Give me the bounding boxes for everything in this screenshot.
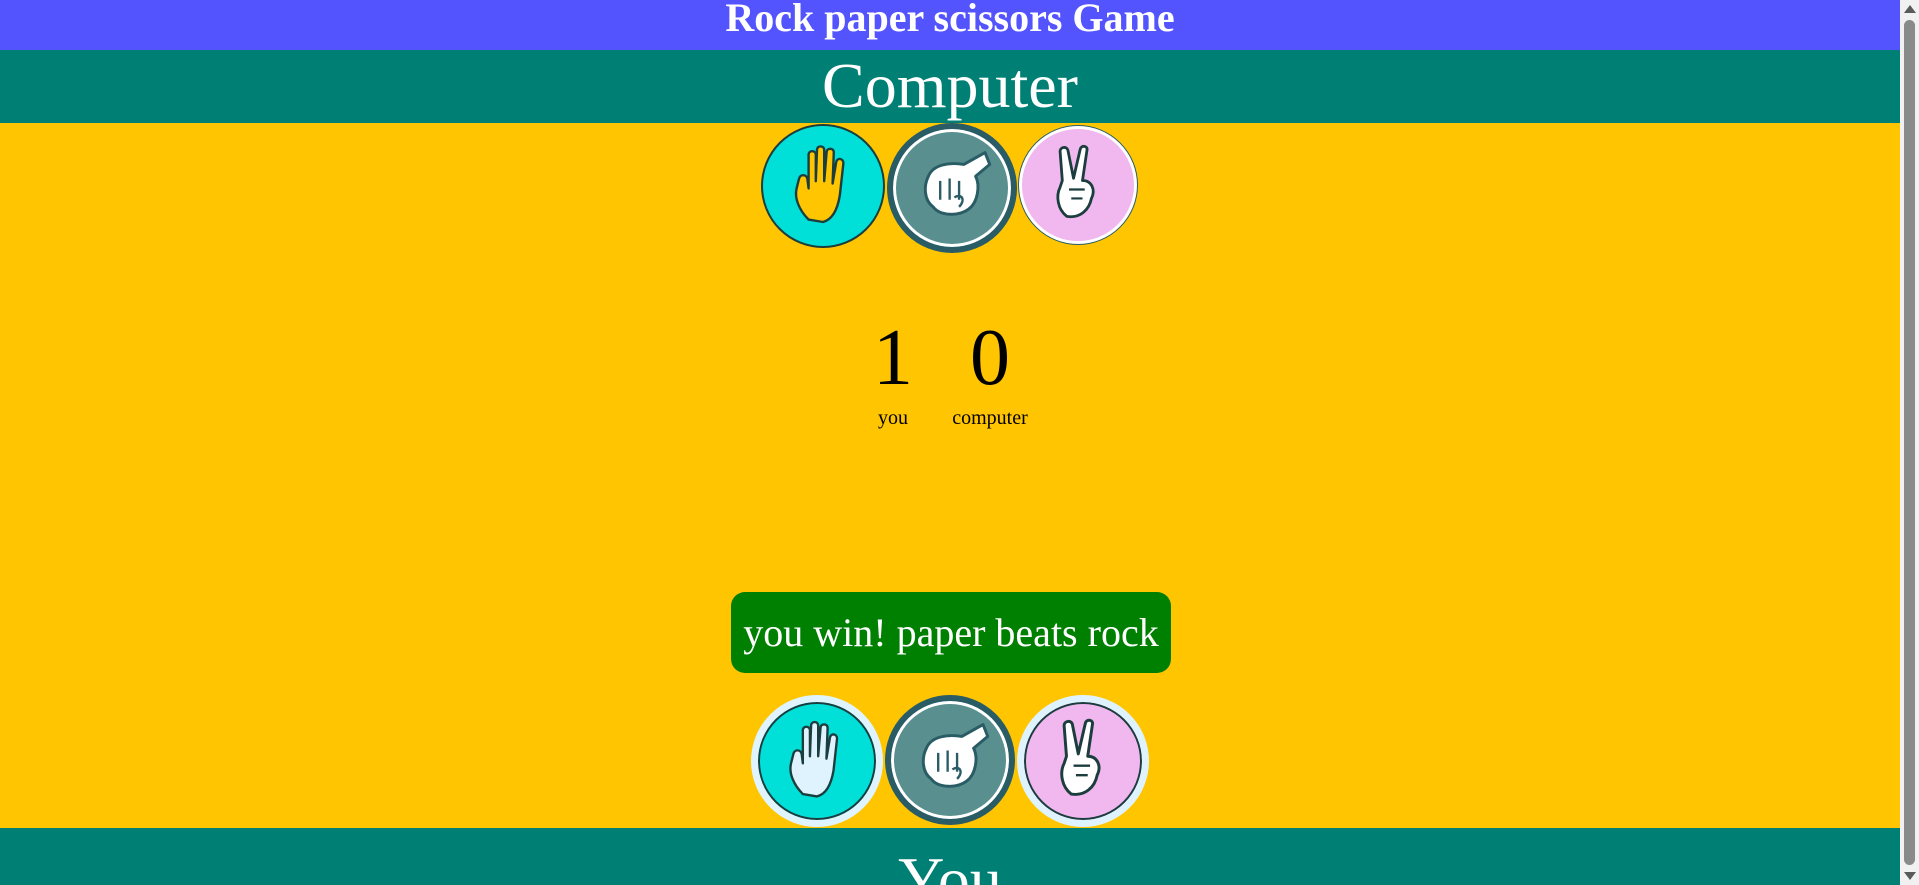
computer-section-header: Computer	[0, 50, 1900, 123]
paper-hand-icon	[789, 720, 839, 798]
vertical-scrollbar[interactable]	[1900, 0, 1919, 885]
page: Rock paper scissors Game Computer 1 you …	[0, 0, 1900, 885]
paper-hand-icon	[794, 145, 845, 224]
app-title: Rock paper scissors Game	[0, 0, 1900, 50]
rock-fist-icon	[921, 723, 990, 788]
player-choice-scissors[interactable]	[1017, 695, 1149, 827]
computer-choice-scissors	[1019, 126, 1137, 244]
computer-score: 0	[970, 314, 1010, 402]
scrollbar-thumb[interactable]	[1904, 20, 1915, 865]
player-choice-rock[interactable]	[885, 695, 1015, 825]
game-area: 1 you 0 computer you win! paper beats ro…	[0, 123, 1900, 828]
scissors-hand-icon	[1060, 718, 1101, 796]
scroll-up-arrow-icon[interactable]	[1904, 5, 1916, 13]
computer-score-label: computer	[952, 407, 1028, 429]
scroll-down-arrow-icon[interactable]	[1904, 872, 1916, 880]
computer-choice-paper	[761, 124, 885, 248]
scissors-hand-icon	[1056, 144, 1095, 219]
player-choice-paper[interactable]	[751, 695, 883, 827]
computer-choice-rock	[887, 123, 1017, 253]
computer-score-block: 0 computer	[930, 318, 1050, 430]
result-message: you win! paper beats rock	[731, 592, 1171, 673]
rock-fist-icon	[923, 151, 992, 216]
player-section-header: You	[0, 828, 1900, 885]
